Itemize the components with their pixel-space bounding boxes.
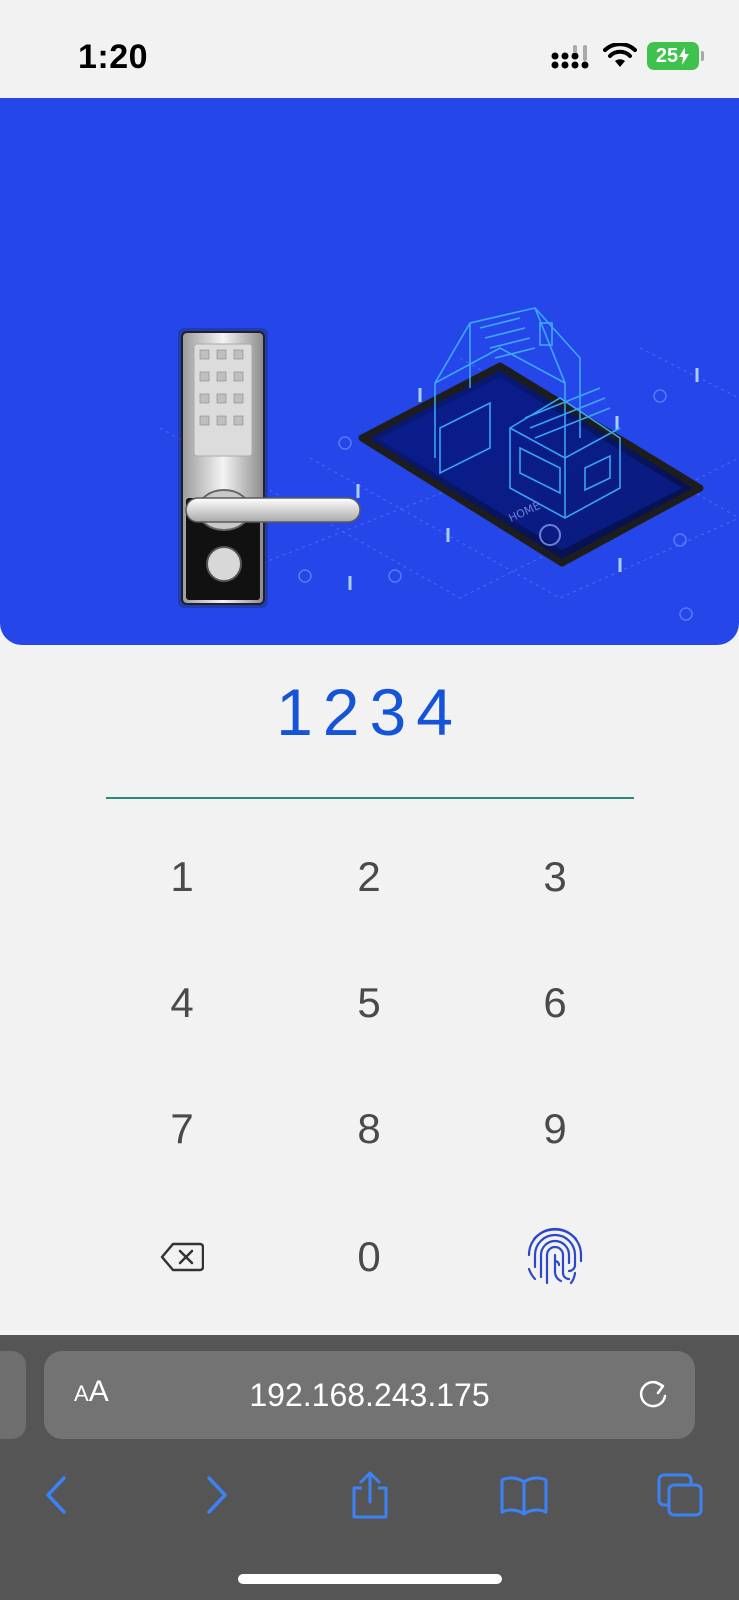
status-icons: 25 bbox=[551, 42, 704, 70]
reload-icon bbox=[639, 1380, 667, 1408]
battery-indicator: 25 bbox=[647, 42, 704, 70]
key-9[interactable]: 9 bbox=[475, 1084, 635, 1174]
bookmarks-button[interactable] bbox=[494, 1465, 554, 1525]
url-text[interactable]: 192.168.243.175 bbox=[44, 1377, 695, 1414]
forward-button[interactable] bbox=[186, 1465, 246, 1525]
status-bar: 1:20 25 bbox=[0, 0, 739, 98]
address-bar[interactable]: AA 192.168.243.175 bbox=[44, 1351, 695, 1439]
key-4[interactable]: 4 bbox=[102, 958, 262, 1048]
tabs-button[interactable] bbox=[650, 1465, 710, 1525]
key-0[interactable]: 0 bbox=[289, 1212, 449, 1302]
key-7[interactable]: 7 bbox=[102, 1084, 262, 1174]
reload-button[interactable] bbox=[635, 1377, 671, 1418]
key-1[interactable]: 1 bbox=[102, 832, 262, 922]
cellular-signal-icon bbox=[551, 45, 589, 69]
charging-bolt-icon bbox=[679, 47, 690, 65]
fingerprint-icon bbox=[527, 1227, 583, 1285]
back-button[interactable] bbox=[27, 1465, 87, 1525]
battery-level: 25 bbox=[655, 44, 679, 67]
previous-tab-preview[interactable] bbox=[0, 1351, 26, 1439]
key-6[interactable]: 6 bbox=[475, 958, 635, 1048]
wifi-icon bbox=[603, 43, 637, 67]
share-button[interactable] bbox=[340, 1465, 400, 1525]
key-8[interactable]: 8 bbox=[289, 1084, 449, 1174]
screen: 1:20 25 HOME 1234 1 2 3 4 5 6 7 8 9 0 AA… bbox=[0, 0, 739, 1600]
book-icon bbox=[500, 1476, 548, 1516]
chevron-left-icon bbox=[46, 1476, 66, 1514]
hero-banner: HOME bbox=[0, 98, 739, 645]
home-indicator bbox=[238, 1574, 502, 1584]
key-5[interactable]: 5 bbox=[289, 958, 449, 1048]
pin-underline bbox=[106, 797, 634, 799]
share-icon bbox=[352, 1471, 388, 1519]
pin-display: 1234 bbox=[276, 675, 463, 749]
key-3[interactable]: 3 bbox=[475, 832, 635, 922]
chevron-right-icon bbox=[207, 1476, 227, 1514]
fingerprint-button[interactable] bbox=[475, 1212, 635, 1302]
tabs-icon bbox=[657, 1473, 703, 1517]
browser-address-area: AA 192.168.243.175 bbox=[0, 1335, 739, 1445]
backspace-button[interactable] bbox=[102, 1212, 262, 1302]
status-time: 1:20 bbox=[78, 38, 149, 76]
smart-lock-illustration: HOME bbox=[159, 307, 739, 621]
backspace-icon bbox=[160, 1242, 204, 1272]
key-2[interactable]: 2 bbox=[289, 832, 449, 922]
